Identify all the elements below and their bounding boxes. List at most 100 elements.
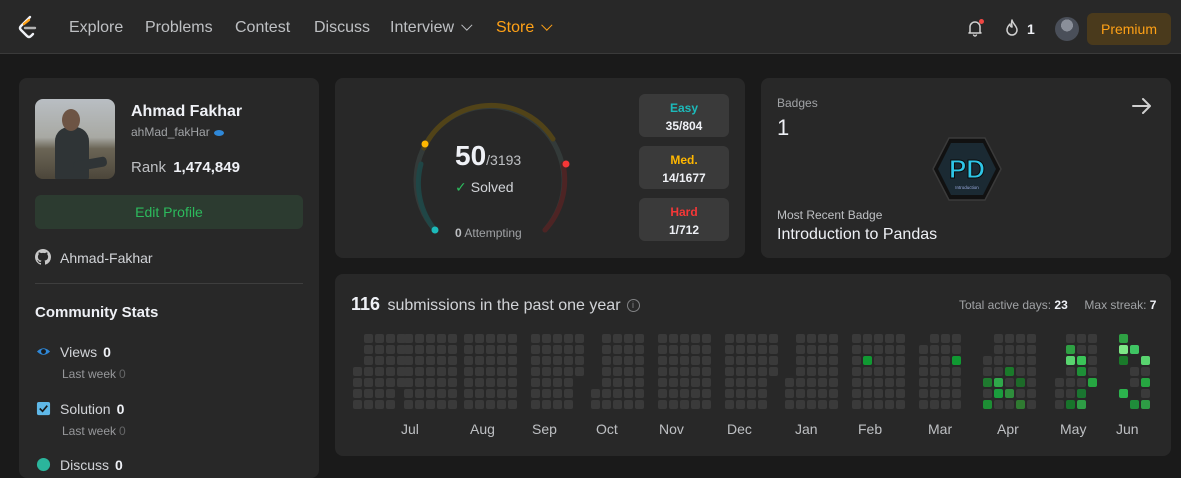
- heatmap-cell[interactable]: [575, 345, 584, 354]
- heatmap-cell[interactable]: [702, 400, 711, 409]
- heatmap-cell[interactable]: [818, 367, 827, 376]
- heatmap-cell[interactable]: [796, 378, 805, 387]
- heatmap-cell[interactable]: [680, 356, 689, 365]
- heatmap-cell[interactable]: [785, 400, 794, 409]
- heatmap-cell[interactable]: [818, 345, 827, 354]
- heatmap-cell[interactable]: [464, 356, 473, 365]
- heatmap-cell[interactable]: [930, 334, 939, 343]
- heatmap-cell[interactable]: [1077, 345, 1086, 354]
- heatmap-cell[interactable]: [1130, 400, 1139, 409]
- heatmap-cell[interactable]: [874, 389, 883, 398]
- heatmap-cell[interactable]: [769, 356, 778, 365]
- heatmap-cell[interactable]: [497, 334, 506, 343]
- heatmap-cell[interactable]: [591, 389, 600, 398]
- heatmap-cell[interactable]: [807, 400, 816, 409]
- heatmap-cell[interactable]: [486, 345, 495, 354]
- heatmap-cell[interactable]: [1005, 378, 1014, 387]
- heatmap-cell[interactable]: [852, 400, 861, 409]
- heatmap-cell[interactable]: [818, 389, 827, 398]
- premium-button[interactable]: Premium: [1087, 13, 1171, 45]
- heatmap-cell[interactable]: [508, 356, 517, 365]
- heatmap-cell[interactable]: [635, 345, 644, 354]
- heatmap-cell[interactable]: [658, 367, 667, 376]
- heatmap-cell[interactable]: [863, 345, 872, 354]
- heatmap-cell[interactable]: [542, 400, 551, 409]
- heatmap-cell[interactable]: [542, 378, 551, 387]
- heatmap-cell[interactable]: [415, 378, 424, 387]
- heatmap-cell[interactable]: [885, 389, 894, 398]
- nav-store[interactable]: Store: [496, 19, 553, 37]
- heatmap-cell[interactable]: [475, 345, 484, 354]
- heatmap-cell[interactable]: [952, 389, 961, 398]
- heatmap-cell[interactable]: [364, 367, 373, 376]
- heatmap-cell[interactable]: [896, 356, 905, 365]
- heatmap-cell[interactable]: [994, 389, 1003, 398]
- heatmap-cell[interactable]: [542, 356, 551, 365]
- heatmap-cell[interactable]: [874, 334, 883, 343]
- heatmap-cell[interactable]: [1066, 356, 1075, 365]
- heatmap-cell[interactable]: [448, 400, 457, 409]
- heatmap-cell[interactable]: [1027, 367, 1036, 376]
- heatmap-cell[interactable]: [680, 367, 689, 376]
- heatmap-cell[interactable]: [575, 334, 584, 343]
- heatmap-cell[interactable]: [1119, 356, 1128, 365]
- heatmap-cell[interactable]: [415, 356, 424, 365]
- heatmap-cell[interactable]: [386, 389, 395, 398]
- heatmap-cell[interactable]: [602, 389, 611, 398]
- heatmap-cell[interactable]: [1077, 400, 1086, 409]
- heatmap-cell[interactable]: [1066, 400, 1075, 409]
- heatmap-cell[interactable]: [448, 378, 457, 387]
- heatmap-cell[interactable]: [437, 367, 446, 376]
- heatmap-cell[interactable]: [531, 334, 540, 343]
- heatmap-cell[interactable]: [404, 334, 413, 343]
- heatmap-cell[interactable]: [613, 389, 622, 398]
- heatmap-cell[interactable]: [725, 345, 734, 354]
- heatmap-cell[interactable]: [952, 334, 961, 343]
- heatmap-cell[interactable]: [475, 389, 484, 398]
- heatmap-cell[interactable]: [602, 367, 611, 376]
- heatmap-cell[interactable]: [364, 356, 373, 365]
- heatmap-cell[interactable]: [437, 345, 446, 354]
- heatmap-cell[interactable]: [702, 334, 711, 343]
- heatmap-cell[interactable]: [364, 378, 373, 387]
- heatmap-cell[interactable]: [1119, 389, 1128, 398]
- heatmap-cell[interactable]: [448, 389, 457, 398]
- heatmap-cell[interactable]: [702, 356, 711, 365]
- heatmap-cell[interactable]: [624, 367, 633, 376]
- heatmap-cell[interactable]: [1005, 400, 1014, 409]
- heatmap-cell[interactable]: [669, 356, 678, 365]
- heatmap-cell[interactable]: [1027, 345, 1036, 354]
- heatmap-cell[interactable]: [542, 334, 551, 343]
- heatmap-cell[interactable]: [602, 400, 611, 409]
- heatmap-cell[interactable]: [1141, 389, 1150, 398]
- heatmap-cell[interactable]: [747, 345, 756, 354]
- heatmap-cell[interactable]: [691, 356, 700, 365]
- heatmap-cell[interactable]: [725, 378, 734, 387]
- heatmap-cell[interactable]: [375, 400, 384, 409]
- heatmap-cell[interactable]: [930, 367, 939, 376]
- heatmap-cell[interactable]: [919, 400, 928, 409]
- heatmap-cell[interactable]: [386, 345, 395, 354]
- heatmap-cell[interactable]: [624, 345, 633, 354]
- heatmap-cell[interactable]: [613, 345, 622, 354]
- heatmap-cell[interactable]: [669, 378, 678, 387]
- heatmap-cell[interactable]: [758, 367, 767, 376]
- heatmap-cell[interactable]: [564, 356, 573, 365]
- heatmap-cell[interactable]: [747, 389, 756, 398]
- heatmap-cell[interactable]: [680, 378, 689, 387]
- heatmap-cell[interactable]: [564, 389, 573, 398]
- heatmap-cell[interactable]: [818, 356, 827, 365]
- heatmap-cell[interactable]: [1066, 334, 1075, 343]
- heatmap-cell[interactable]: [796, 356, 805, 365]
- heatmap-cell[interactable]: [691, 334, 700, 343]
- heatmap-cell[interactable]: [747, 378, 756, 387]
- heatmap-cell[interactable]: [437, 400, 446, 409]
- leetcode-logo-icon[interactable]: [16, 15, 40, 41]
- heatmap-cell[interactable]: [885, 367, 894, 376]
- heatmap-cell[interactable]: [983, 367, 992, 376]
- heatmap-cell[interactable]: [796, 400, 805, 409]
- heatmap-cell[interactable]: [807, 334, 816, 343]
- heatmap-cell[interactable]: [758, 389, 767, 398]
- heatmap-cell[interactable]: [426, 356, 435, 365]
- heatmap-cell[interactable]: [691, 378, 700, 387]
